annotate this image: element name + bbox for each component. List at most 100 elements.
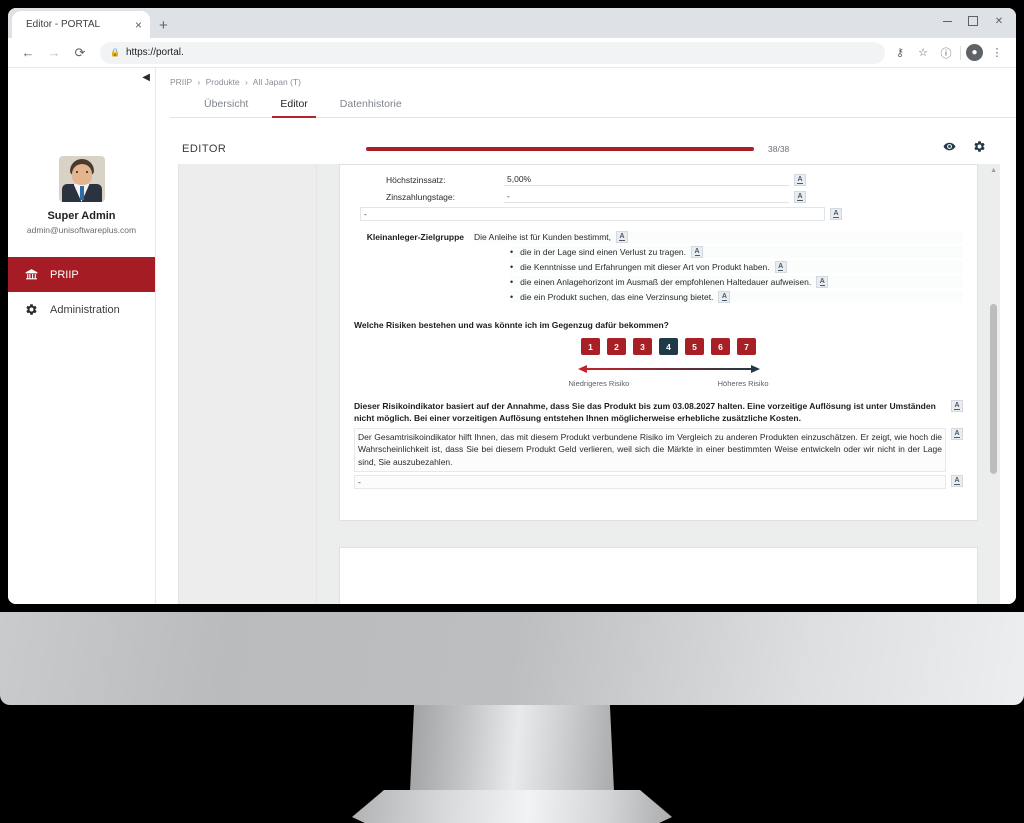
profile-email: admin@unisoftwareplus.com	[26, 225, 137, 235]
annotation-icon[interactable]: A	[774, 261, 787, 273]
progress-fill	[366, 147, 754, 151]
annotation-glyph: A	[819, 278, 825, 286]
close-icon[interactable]: ×	[135, 19, 142, 31]
breadcrumb-separator: ›	[245, 77, 248, 87]
screen-content: Editor - PORTAL × + ✕ ← → ⟳ 🔒 https://po…	[8, 8, 1016, 604]
field-value[interactable]: -	[504, 190, 789, 203]
maximize-icon[interactable]	[960, 10, 986, 32]
risk-level-4-selected[interactable]: 4	[659, 338, 678, 355]
progress-bar	[366, 147, 754, 151]
zielgruppe-section: Kleinanleger-Zielgruppe Die Anleihe ist …	[354, 231, 963, 306]
zielgruppe-intro-text[interactable]: Die Anleihe ist für Kunden bestimmt,	[474, 232, 611, 242]
annotation-icon[interactable]: A	[691, 246, 704, 258]
tab-uebersicht[interactable]: Übersicht	[188, 94, 264, 117]
close-window-icon[interactable]: ✕	[986, 10, 1012, 32]
document-gutter	[178, 164, 317, 604]
annotation-icon[interactable]: A	[616, 231, 629, 243]
tab-bar: Übersicht Editor Datenhistorie	[170, 94, 1016, 118]
gear-icon	[24, 303, 39, 316]
annotation-icon[interactable]: A	[816, 276, 829, 288]
settings-gear-icon[interactable]	[973, 140, 986, 158]
scrollbar-thumb[interactable]	[990, 304, 997, 474]
profile-avatar-icon[interactable]: ●	[966, 44, 983, 61]
paragraph-row: Dieser Risikoindikator basiert auf der A…	[354, 400, 963, 425]
list-item-text[interactable]: die ein Produkt suchen, das eine Verzins…	[520, 292, 713, 302]
risk-paragraph-bold[interactable]: Dieser Risikoindikator basiert auf der A…	[354, 400, 946, 425]
kebab-menu-icon[interactable]: ⋮	[988, 44, 1006, 62]
annotation-glyph: A	[797, 192, 803, 201]
form-row: Zinszahlungstage: - A	[354, 190, 963, 203]
annotation-icon[interactable]: A	[794, 173, 806, 186]
content-header: PRIIP › Produkte › All Japan (T) Übersic…	[156, 68, 1016, 118]
breadcrumb-item-1[interactable]: PRIIP	[170, 77, 192, 87]
sidebar-profile: Super Admin admin@unisoftwareplus.com	[8, 68, 155, 257]
zielgruppe-intro-row: Die Anleihe ist für Kunden bestimmt, A	[474, 231, 963, 243]
application: ◀ Super Admin admin@unisoftwareplus.com	[8, 68, 1016, 604]
key-icon[interactable]: ⚷	[891, 44, 909, 62]
annotation-glyph: A	[797, 175, 803, 184]
field-value-wide[interactable]: -	[360, 207, 825, 221]
document-scroll-region[interactable]: ▲ Höchstzinssatz: 5,00% A Zinszahlungsta…	[317, 164, 1000, 604]
sidebar-collapse-icon[interactable]: ◀	[142, 72, 150, 83]
new-tab-button[interactable]: +	[159, 18, 168, 33]
star-icon[interactable]: ☆	[914, 44, 932, 62]
risk-paragraph-normal[interactable]: Der Gesamtrisikoindikator hilft Ihnen, d…	[354, 427, 946, 472]
tab-editor[interactable]: Editor	[264, 94, 323, 118]
annotation-icon[interactable]: A	[951, 400, 963, 412]
risk-level-1[interactable]: 1	[581, 338, 600, 355]
risk-captions: Niedrigeres Risiko Höheres Risiko	[354, 379, 963, 388]
monitor-screen: Editor - PORTAL × + ✕ ← → ⟳ 🔒 https://po…	[0, 0, 1024, 612]
list-item: die einen Anlagehorizont im Ausmaß der e…	[510, 276, 963, 288]
tab-datenhistorie[interactable]: Datenhistorie	[324, 94, 418, 117]
info-icon[interactable]: ⓘ	[937, 44, 955, 62]
sidebar: ◀ Super Admin admin@unisoftwareplus.com	[8, 68, 156, 604]
monitor-chin	[0, 612, 1024, 705]
risk-level-3[interactable]: 3	[633, 338, 652, 355]
back-icon[interactable]: ←	[16, 41, 40, 65]
field-label: Höchstzinssatz:	[386, 174, 446, 185]
field-value[interactable]: 5,00%	[504, 173, 789, 186]
url-input[interactable]: 🔒 https://portal.	[100, 41, 885, 64]
risk-level-5[interactable]: 5	[685, 338, 704, 355]
risk-level-7[interactable]: 7	[737, 338, 756, 355]
annotation-icon[interactable]: A	[718, 291, 731, 303]
risk-paragraph-empty[interactable]: -	[354, 474, 946, 489]
editor-header-actions	[943, 140, 994, 158]
progress-label: 38/38	[768, 144, 790, 154]
risk-level-6[interactable]: 6	[711, 338, 730, 355]
minimize-icon[interactable]	[934, 10, 960, 32]
document-scrollbar[interactable]	[990, 164, 997, 604]
list-item-text[interactable]: die in der Lage sind einen Verlust zu tr…	[520, 247, 686, 257]
list-item-text[interactable]: die einen Anlagehorizont im Ausmaß der e…	[520, 277, 811, 287]
editor-header: EDITOR 38/38	[178, 134, 1000, 164]
paragraph-row: Der Gesamtrisikoindikator hilft Ihnen, d…	[354, 427, 963, 472]
breadcrumb-item-2[interactable]: Produkte	[206, 77, 240, 87]
risk-level-2[interactable]: 2	[607, 338, 626, 355]
profile-name: Super Admin	[47, 210, 116, 222]
paragraph-row: - A	[354, 474, 963, 489]
annotation-icon[interactable]: A	[951, 427, 963, 440]
lock-icon: 🔒	[110, 48, 120, 57]
reload-icon[interactable]: ⟳	[68, 41, 92, 65]
eye-icon[interactable]	[943, 140, 956, 158]
list-item: die Kenntnisse und Erfahrungen mit diese…	[510, 261, 963, 273]
list-item-text[interactable]: die Kenntnisse und Erfahrungen mit diese…	[520, 262, 770, 272]
sidebar-item-administration[interactable]: Administration	[8, 292, 155, 327]
divider	[960, 45, 961, 60]
breadcrumb-item-3[interactable]: All Japan (T)	[253, 77, 301, 87]
risk-high-label: Höheres Risiko	[717, 379, 769, 388]
avatar	[58, 156, 105, 202]
main-content: PRIIP › Produkte › All Japan (T) Übersic…	[156, 68, 1016, 604]
form-row-wide: - A	[354, 207, 963, 221]
sidebar-item-priip[interactable]: PRIIP	[8, 257, 155, 292]
bank-icon	[24, 268, 39, 281]
document-area: ▲ Höchstzinssatz: 5,00% A Zinszahlungsta…	[178, 164, 1000, 604]
annotation-icon[interactable]: A	[830, 208, 842, 220]
document-card-performance: Performance-Szenarien	[339, 546, 978, 604]
annotation-icon[interactable]: A	[794, 190, 806, 203]
annotation-icon[interactable]: A	[951, 474, 963, 487]
annotation-glyph: A	[778, 263, 784, 271]
page-title: EDITOR	[182, 143, 227, 155]
browser-omnibox: ← → ⟳ 🔒 https://portal. ⚷ ☆ ⓘ ● ⋮	[8, 38, 1016, 68]
browser-tab[interactable]: Editor - PORTAL ×	[12, 11, 150, 38]
